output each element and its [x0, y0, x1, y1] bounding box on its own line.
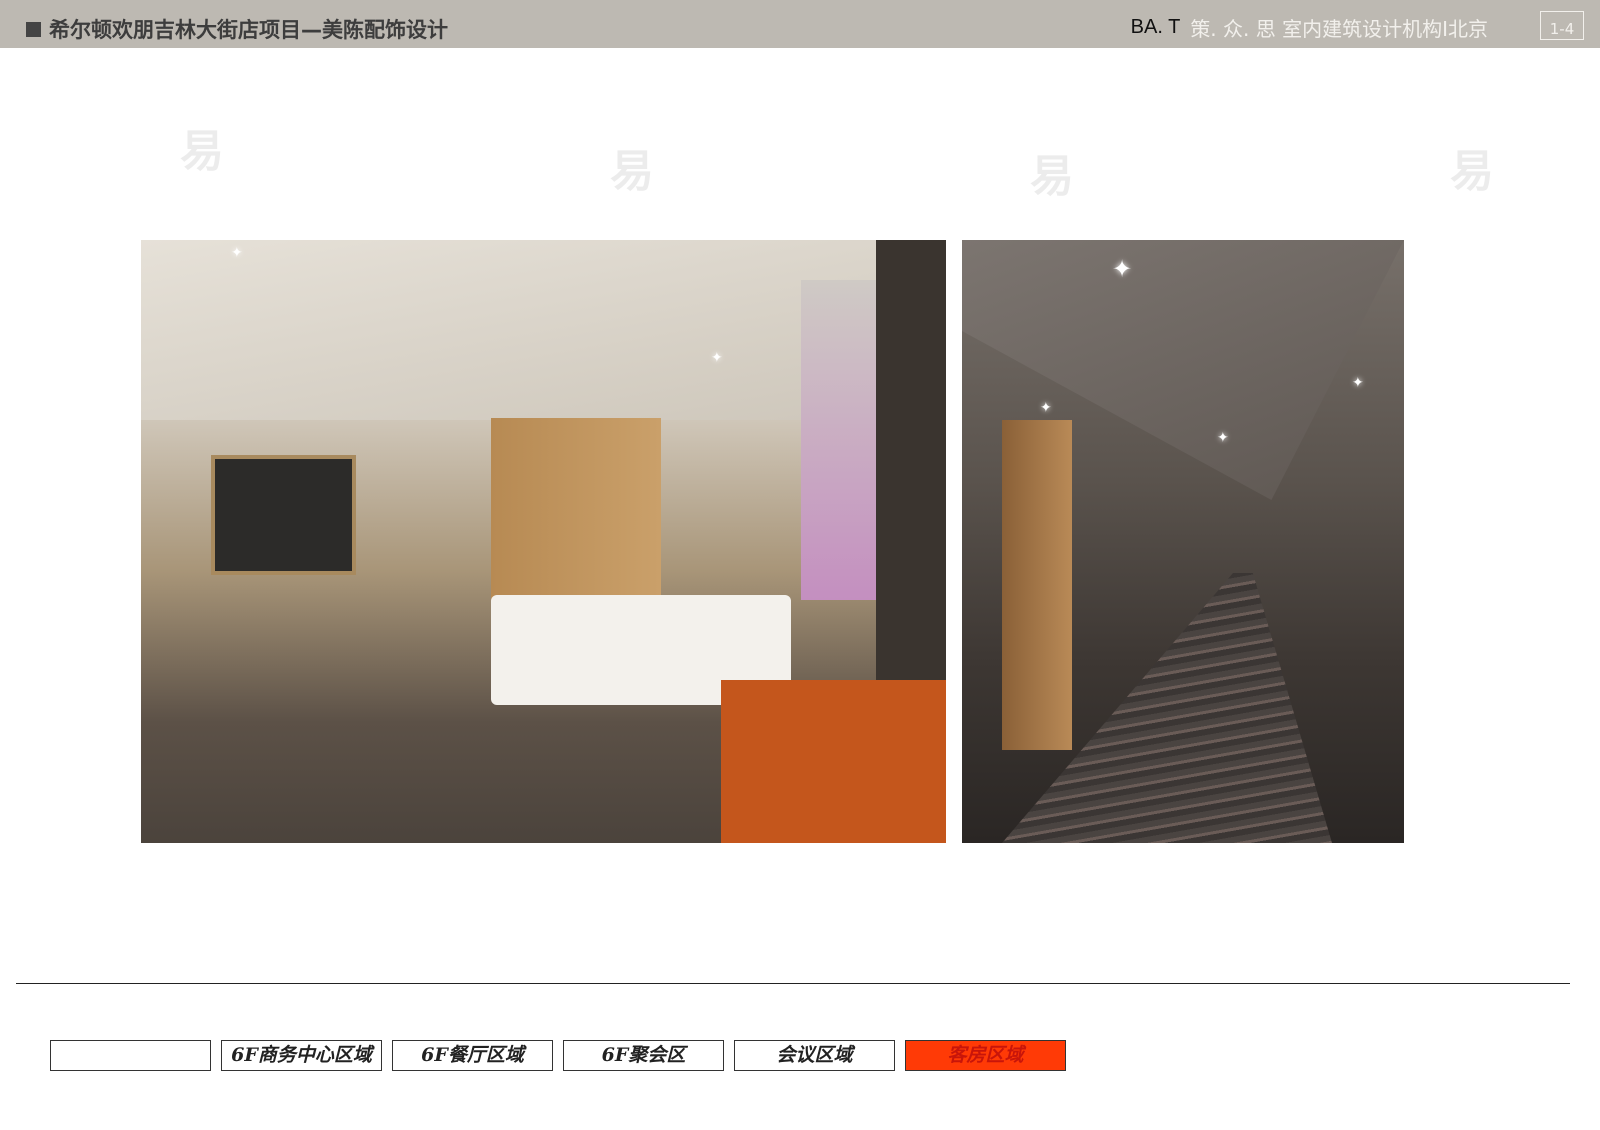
guest-room-image: ✦ ✦	[141, 240, 946, 843]
divider	[16, 983, 1570, 984]
square-bullet-icon	[26, 21, 41, 37]
brand-text: 策. 众. 思 室内建筑设计机构I北京	[1190, 17, 1488, 41]
corridor-image: ✦ ✦ ✦ ✦	[962, 240, 1404, 843]
tab-gathering[interactable]: 6F聚会区	[563, 1040, 724, 1071]
watermark: 易	[180, 126, 224, 177]
brand-logo: BA. T	[1130, 16, 1181, 38]
title-text: 希尔顿欢朋吉林大街店项目—美陈配饰设计	[49, 18, 448, 42]
tab-guest-rooms[interactable]: 客房区域	[905, 1040, 1066, 1071]
header-bar: 希尔顿欢朋吉林大街店项目—美陈配饰设计 BA. T 策. 众. 思 室内建筑设计机…	[0, 0, 1600, 48]
watermark: 易	[1030, 151, 1074, 202]
tab-meeting[interactable]: 会议区域	[734, 1040, 895, 1071]
page-number: 1-4	[1540, 11, 1584, 40]
watermark: 易	[610, 146, 654, 197]
watermark: 易	[1450, 146, 1494, 197]
page-title: 希尔顿欢朋吉林大街店项目—美陈配饰设计	[26, 14, 448, 44]
tab-restaurant[interactable]: 6F餐厅区域	[392, 1040, 553, 1071]
tab-blank[interactable]	[50, 1040, 211, 1071]
tab-business-center[interactable]: 6F商务中心区域	[221, 1040, 382, 1071]
brand: BA. T 策. 众. 思 室内建筑设计机构I北京	[1131, 13, 1488, 42]
section-tabs: 6F商务中心区域 6F餐厅区域 6F聚会区 会议区域 客房区域	[50, 1040, 1066, 1071]
